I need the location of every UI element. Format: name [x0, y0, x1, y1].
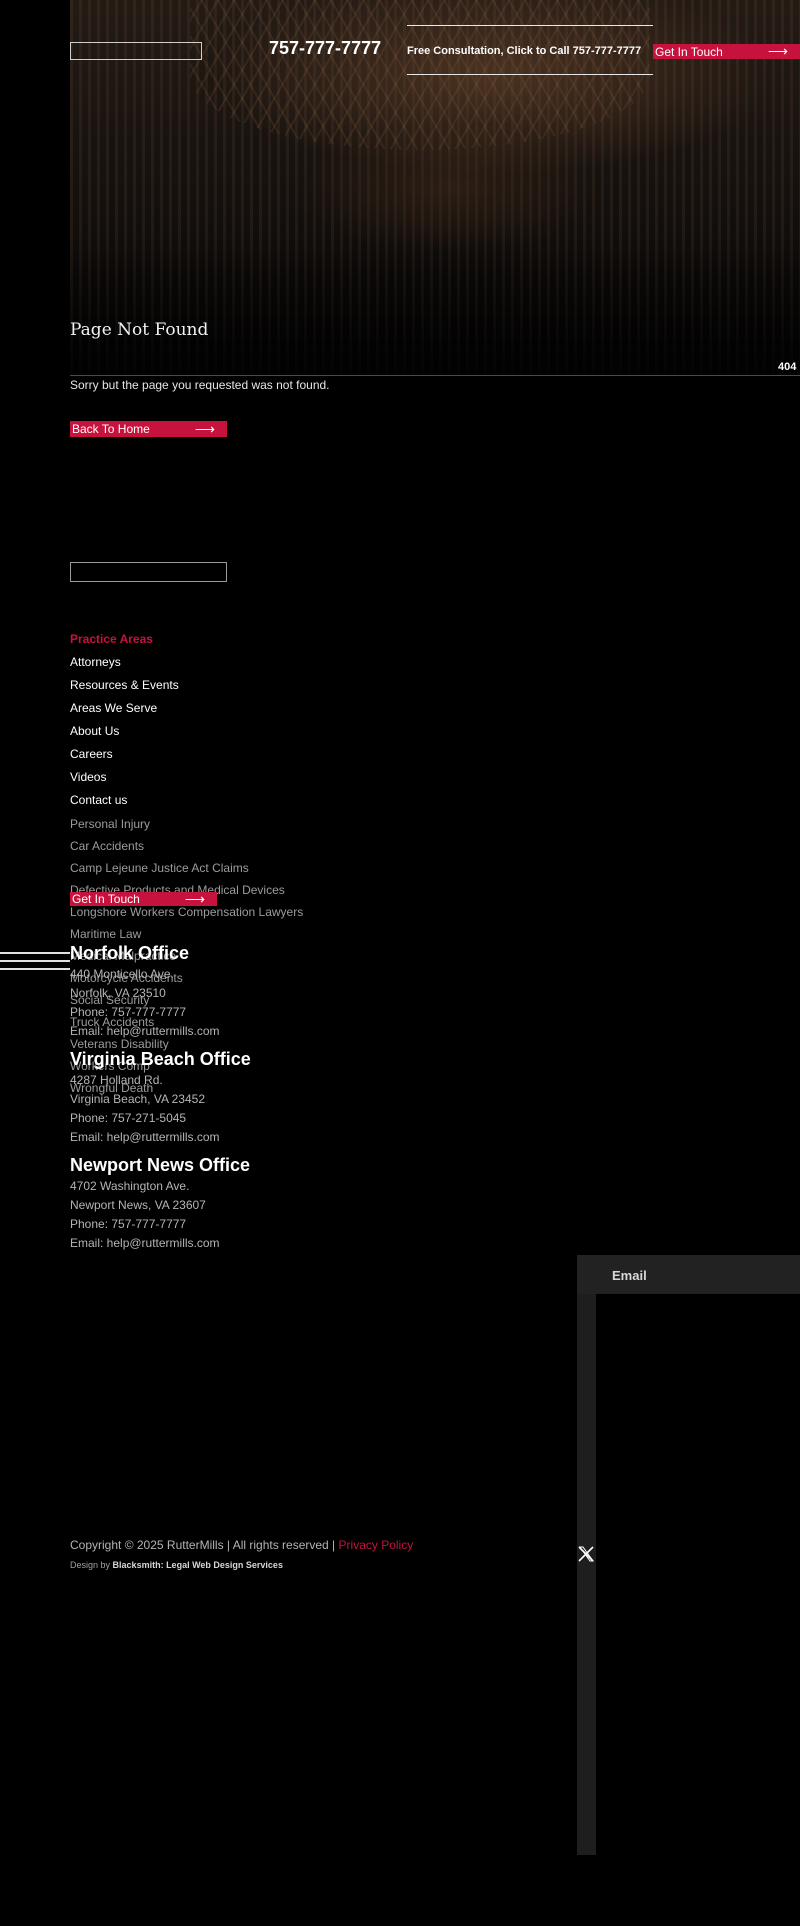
arrow-right-icon: ⟶	[194, 420, 215, 437]
office-email[interactable]: Email: help@ruttermills.com	[70, 1235, 250, 1254]
privacy-policy-link[interactable]: Privacy Policy	[339, 1538, 414, 1552]
arrow-right-icon: ⟶	[767, 43, 788, 59]
get-in-touch-label: Get In Touch	[655, 44, 723, 59]
footer-nav-about-us[interactable]: About Us	[70, 723, 179, 746]
footer-nav-videos[interactable]: Videos	[70, 769, 179, 792]
footer-nav: Practice Areas Attorneys Resources & Eve…	[70, 631, 179, 815]
header-get-in-touch-button[interactable]: Get In Touch ⟶	[653, 43, 800, 59]
office-city: Virginia Beach, VA 23452	[70, 1092, 205, 1106]
consultation-divider-bottom	[407, 74, 653, 75]
back-to-home-label: Back To Home	[72, 422, 150, 436]
footer-nav-practice-areas[interactable]: Practice Areas	[70, 631, 179, 654]
office-phone[interactable]: Phone: 757-777-7777	[70, 1004, 220, 1023]
header-phone[interactable]: 757-777-7777	[269, 38, 381, 59]
office-street: 4287 Holland Rd.	[70, 1073, 163, 1087]
design-prefix: Design by	[70, 1560, 111, 1570]
office-city: Norfolk, VA 23510	[70, 986, 166, 1000]
arrow-right-icon: ⟶	[184, 890, 205, 907]
office-name: Norfolk Office	[70, 943, 190, 963]
menu-line-icon[interactable]	[0, 952, 70, 954]
design-credit-link[interactable]: Blacksmith: Legal Web Design Services	[113, 1560, 283, 1570]
office-email[interactable]: Email: help@ruttermills.com	[70, 1129, 251, 1148]
get-in-touch-label: Get In Touch	[72, 892, 140, 906]
office-street: 4702 Washington Ave.	[70, 1179, 190, 1193]
footer-nav-resources-events[interactable]: Resources & Events	[70, 677, 179, 700]
menu-line-icon[interactable]	[0, 968, 70, 970]
office-city: Newport News, VA 23607	[70, 1198, 206, 1212]
office-street: 440 Monticello Ave.	[70, 967, 174, 981]
consultation-divider-top	[407, 25, 653, 26]
not-found-message: Sorry but the page you requested was not…	[70, 378, 330, 392]
office-phone[interactable]: Phone: 757-271-5045	[70, 1110, 251, 1129]
office-virginia-beach: Virginia Beach Office 4287 Holland Rd. V…	[70, 1048, 251, 1148]
menu-line-icon[interactable]	[0, 960, 70, 962]
practice-area-link[interactable]: Camp Lejeune Justice Act Claims	[70, 860, 303, 882]
error-code: 404	[778, 361, 797, 373]
copyright-text: Copyright © 2025 RutterMills | All right…	[70, 1538, 336, 1552]
email-input-label: Email	[612, 1268, 647, 1283]
office-norfolk: Norfolk Office 440 Monticello Ave. Norfo…	[70, 942, 220, 1042]
footer-nav-contact-us[interactable]: Contact us	[70, 792, 179, 815]
office-name: Virginia Beach Office	[70, 1049, 251, 1069]
design-credit: Design by Blacksmith: Legal Web Design S…	[70, 1560, 283, 1570]
office-email[interactable]: Email: help@ruttermills.com	[70, 1023, 220, 1042]
footer-nav-areas-we-serve[interactable]: Areas We Serve	[70, 700, 179, 723]
practice-area-link[interactable]: Car Accidents	[70, 838, 303, 860]
footer-logo[interactable]	[70, 562, 227, 582]
page-title: Page Not Found	[70, 320, 209, 340]
consultation-link[interactable]: Free Consultation, Click to Call 757-777…	[407, 45, 641, 57]
back-to-home-button[interactable]: Back To Home ⟶	[70, 421, 227, 437]
office-phone[interactable]: Phone: 757-777-7777	[70, 1216, 250, 1235]
office-name: Newport News Office	[70, 1155, 251, 1175]
copyright: Copyright © 2025 RutterMills | All right…	[70, 1538, 413, 1552]
email-input[interactable]	[577, 1255, 800, 1294]
footer-nav-attorneys[interactable]: Attorneys	[70, 654, 179, 677]
office-newport-news: Newport News Office 4702 Washington Ave.…	[70, 1154, 250, 1254]
site-logo[interactable]	[70, 42, 202, 60]
footer-nav-careers[interactable]: Careers	[70, 746, 179, 769]
footer-get-in-touch-button[interactable]: Get In Touch ⟶	[70, 890, 217, 907]
divider	[70, 375, 800, 376]
x-twitter-icon[interactable]	[577, 1545, 595, 1563]
practice-area-link[interactable]: Personal Injury	[70, 816, 303, 838]
